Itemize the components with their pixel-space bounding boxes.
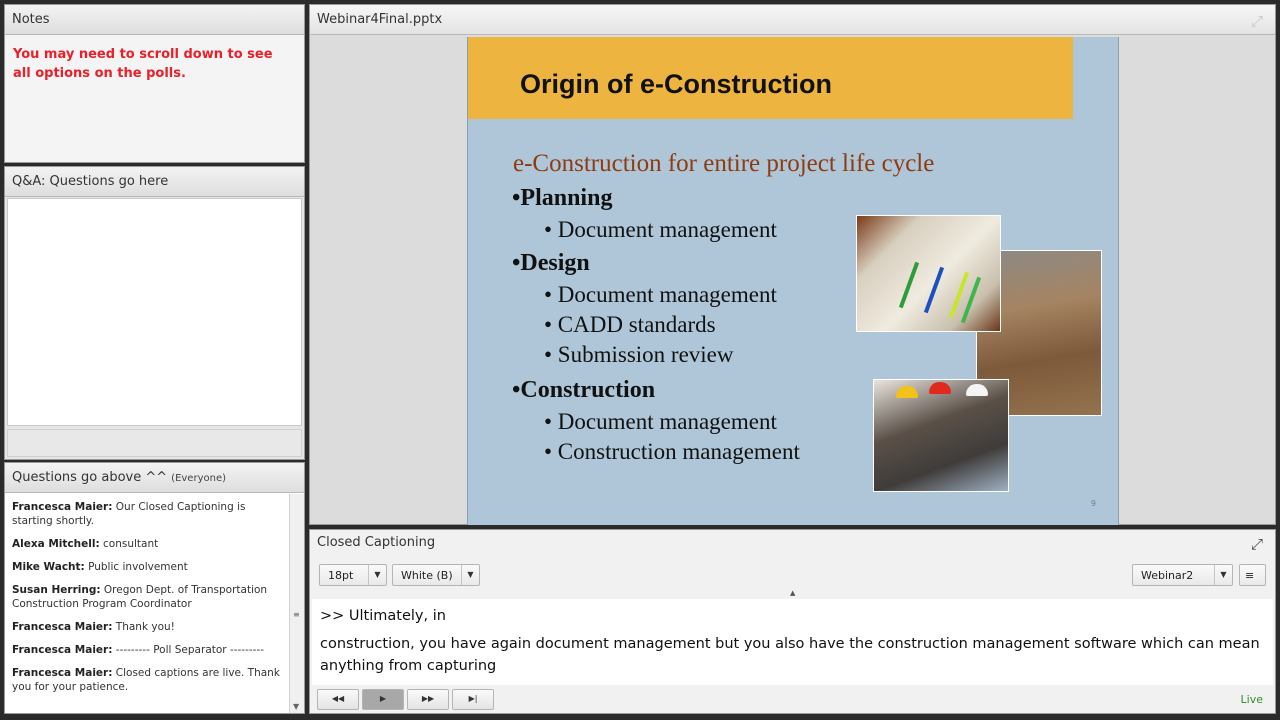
captions-pod-title: Closed Captioning — [317, 535, 436, 550]
hard-hat-shape — [896, 386, 918, 398]
slide-section-heading: •Construction — [512, 377, 656, 403]
caption-transcript: >> Ultimately, in construction, you have… — [312, 599, 1273, 685]
chat-author: Francesca Maier: — [12, 621, 113, 633]
live-status: Live — [1240, 693, 1263, 706]
play-button[interactable]: ▶ — [362, 689, 404, 710]
fullscreen-icon[interactable]: ⤢ — [1251, 535, 1263, 553]
slide-bullet: • Construction management — [544, 439, 800, 464]
chat-scope: (Everyone) — [171, 473, 227, 484]
chevron-down-icon: ▼ — [368, 565, 386, 585]
menu-icon: ≡ — [1245, 569, 1255, 582]
scroll-down-icon[interactable]: ▼ — [293, 702, 299, 711]
caption-line: construction, you have again document ma… — [320, 636, 1260, 674]
chat-scrollbar[interactable]: ≡ ▼ — [289, 494, 304, 713]
caption-stream-value: Webinar2 — [1141, 569, 1194, 582]
chat-author: Francesca Maier: — [12, 667, 113, 679]
hard-hat-shape — [966, 384, 988, 396]
fullscreen-icon[interactable]: ⤢ — [1251, 12, 1263, 30]
slide-subheading: e-Construction for entire project life c… — [513, 150, 935, 177]
slide-bullet: • Document management — [544, 282, 777, 307]
chat-text: Public involvement — [88, 561, 188, 573]
construction-workers-photo — [873, 379, 1009, 492]
qa-question-list[interactable] — [7, 198, 302, 426]
slide-section-heading: •Design — [512, 250, 590, 276]
presentation-slide: Origin of e-Construction e-Construction … — [467, 37, 1119, 525]
chat-author: Alexa Mitchell: — [12, 538, 100, 550]
chat-author: Mike Wacht: — [12, 561, 85, 573]
chat-pod: Questions go above ^^ (Everyone) Francesc… — [4, 462, 305, 714]
chat-message-list: Francesca Maier: Our Closed Captioning i… — [5, 494, 289, 713]
chat-author: Francesca Maier: — [12, 644, 113, 656]
qa-pod: Q&A: Questions go here — [4, 166, 305, 460]
chat-message: Francesca Maier: --------- Poll Separato… — [12, 643, 283, 657]
chat-message: Mike Wacht: Public involvement — [12, 560, 283, 574]
pod-options-menu[interactable]: ≡ — [1239, 564, 1266, 586]
caption-color-value: White (B) — [401, 569, 453, 582]
notes-pod-title: Notes — [5, 5, 304, 35]
fast-forward-button[interactable]: ▶▶ — [407, 689, 449, 710]
chat-message: Susan Herring: Oregon Dept. of Transport… — [12, 583, 283, 611]
skip-to-end-button[interactable]: ▶| — [452, 689, 494, 710]
captions-pod: Closed Captioning ⤢ 18pt ▼ White (B) ▼ W… — [309, 529, 1276, 714]
caption-stream-dropdown[interactable]: Webinar2 ▼ — [1132, 564, 1233, 586]
slide-page-number: 9 — [1090, 499, 1096, 508]
share-pod-title: Webinar4Final.pptx — [310, 5, 1275, 35]
notes-pod: Notes You may need to scroll down to see… — [4, 4, 305, 163]
slide-bullet: • CADD standards — [544, 312, 716, 337]
scroll-grip-icon: ≡ — [293, 610, 300, 619]
font-size-value: 18pt — [328, 569, 354, 582]
notes-text: You may need to scroll down to see all o… — [13, 47, 273, 81]
caption-color-dropdown[interactable]: White (B) ▼ — [392, 564, 480, 586]
slide-title: Origin of e-Construction — [520, 69, 832, 99]
chat-text: Thank you! — [115, 621, 175, 633]
chat-pod-title: Questions go above ^^ — [12, 470, 168, 485]
chat-author: Francesca Maier: — [12, 501, 113, 513]
chat-pod-header: Questions go above ^^ (Everyone) — [5, 463, 304, 493]
chat-message: Francesca Maier: Closed captions are liv… — [12, 666, 283, 694]
chevron-down-icon: ▼ — [1214, 565, 1232, 585]
chat-text: --------- Poll Separator --------- — [115, 644, 265, 656]
slide-section-heading: •Planning — [512, 185, 613, 211]
chevron-down-icon: ▼ — [461, 565, 479, 585]
slide-bullet: • Document management — [544, 217, 777, 242]
hard-hat-shape — [929, 382, 951, 394]
slide-bullet: • Submission review — [544, 342, 734, 367]
chat-message: Francesca Maier: Thank you! — [12, 620, 283, 634]
rewind-button[interactable]: ◀◀ — [317, 689, 359, 710]
chat-text: consultant — [103, 538, 159, 550]
resize-grip-icon[interactable]: ▲ — [790, 589, 795, 597]
qa-pod-title: Q&A: Questions go here — [5, 167, 304, 197]
share-pod: Webinar4Final.pptx ⤢ Origin of e-Constru… — [309, 4, 1276, 525]
font-size-dropdown[interactable]: 18pt ▼ — [319, 564, 387, 586]
blueprint-drawings-photo — [856, 215, 1001, 332]
caption-line: >> Ultimately, in — [320, 608, 446, 624]
pen-shape — [923, 266, 945, 314]
chat-author: Susan Herring: — [12, 584, 101, 596]
chat-message: Francesca Maier: Our Closed Captioning i… — [12, 500, 283, 528]
pen-shape — [898, 261, 920, 309]
qa-input[interactable] — [7, 429, 302, 457]
chat-message: Alexa Mitchell: consultant — [12, 537, 283, 551]
slide-bullet: • Document management — [544, 409, 777, 434]
